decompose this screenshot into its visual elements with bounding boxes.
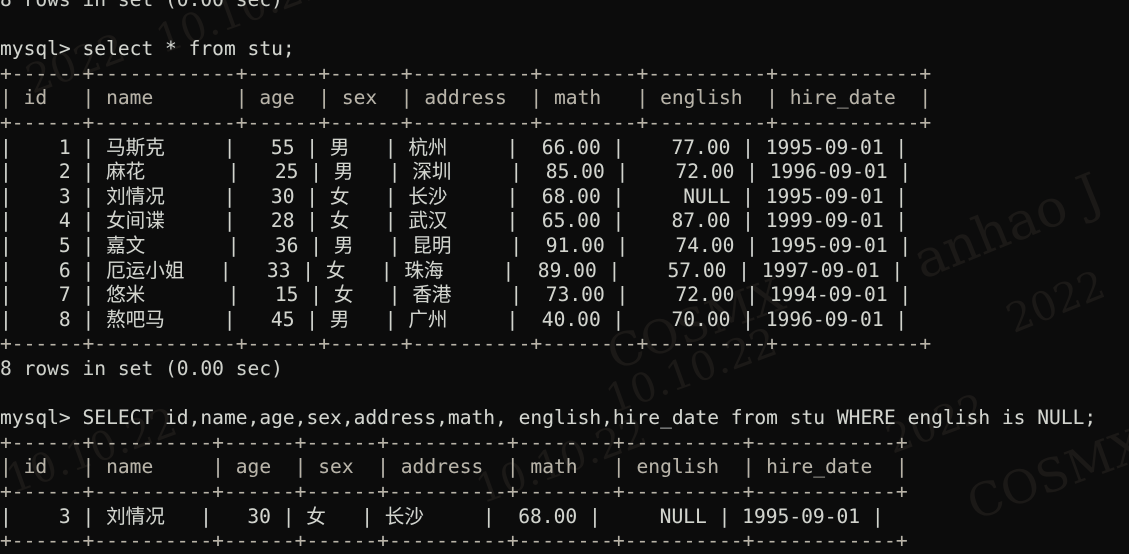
console-line: | id | name | age | sex | address | math…	[0, 86, 932, 110]
console-line: | 2 | 麻花 | 25 | 男 | 深圳 | 85.00 | 72.00 |…	[0, 160, 912, 184]
console-line: mysql> SELECT id,name,age,sex,address,ma…	[0, 406, 1097, 430]
console-line: +------+------------+------+------+-----…	[0, 111, 932, 134]
console-line: | id | name | age | sex | address | math…	[0, 455, 908, 479]
console-line: | 6 | 厄运小姐 | 33 | 女 | 珠海 | 89.00 | 57.00…	[0, 258, 904, 282]
console-line: +------+------------+------+------+-----…	[0, 332, 932, 356]
console-line: | 7 | 悠米 | 15 | 女 | 香港 | 73.00 | 72.00 |…	[0, 283, 912, 307]
console-line: +------+----------+------+------+-------…	[0, 430, 908, 454]
console-line: 8 rows in set (0.00 sec)	[0, 357, 283, 380]
console-line: | 5 | 嘉文 | 36 | 男 | 昆明 | 91.00 | 74.00 |…	[0, 234, 912, 257]
console-line: +------+------------+------+------+-----…	[0, 61, 932, 85]
console-line: | 8 | 熬吧马 | 45 | 男 | 广州 | 40.00 | 70.00 …	[0, 307, 908, 331]
console-line: +------+----------+------+------+-------…	[0, 529, 908, 553]
console-line: +------+----------+------+------+-------…	[0, 480, 908, 503]
console-line: | 1 | 马斯克 | 55 | 男 | 杭州 | 66.00 | 77.00 …	[0, 135, 908, 159]
console-output: 8 rows in set (0.00 sec) mysql> select * …	[0, 0, 1129, 554]
terminal-window[interactable]: anhao J 2022 COSMX 10.10.22 10.10.22 2022 10.1…	[0, 0, 1129, 554]
console-line: | 3 | 刘情况 | 30 | 女 | 长沙 | 68.00 | NULL |…	[0, 184, 908, 208]
console-line: 8 rows in set (0.00 sec)	[0, 0, 283, 13]
console-line: | 3 | 刘情况 | 30 | 女 | 长沙 | 68.00 | NULL |…	[0, 504, 884, 528]
console-line: mysql> select * from stu;	[0, 37, 295, 61]
console-line: | 4 | 女间谍 | 28 | 女 | 武汉 | 65.00 | 87.00 …	[0, 209, 908, 233]
